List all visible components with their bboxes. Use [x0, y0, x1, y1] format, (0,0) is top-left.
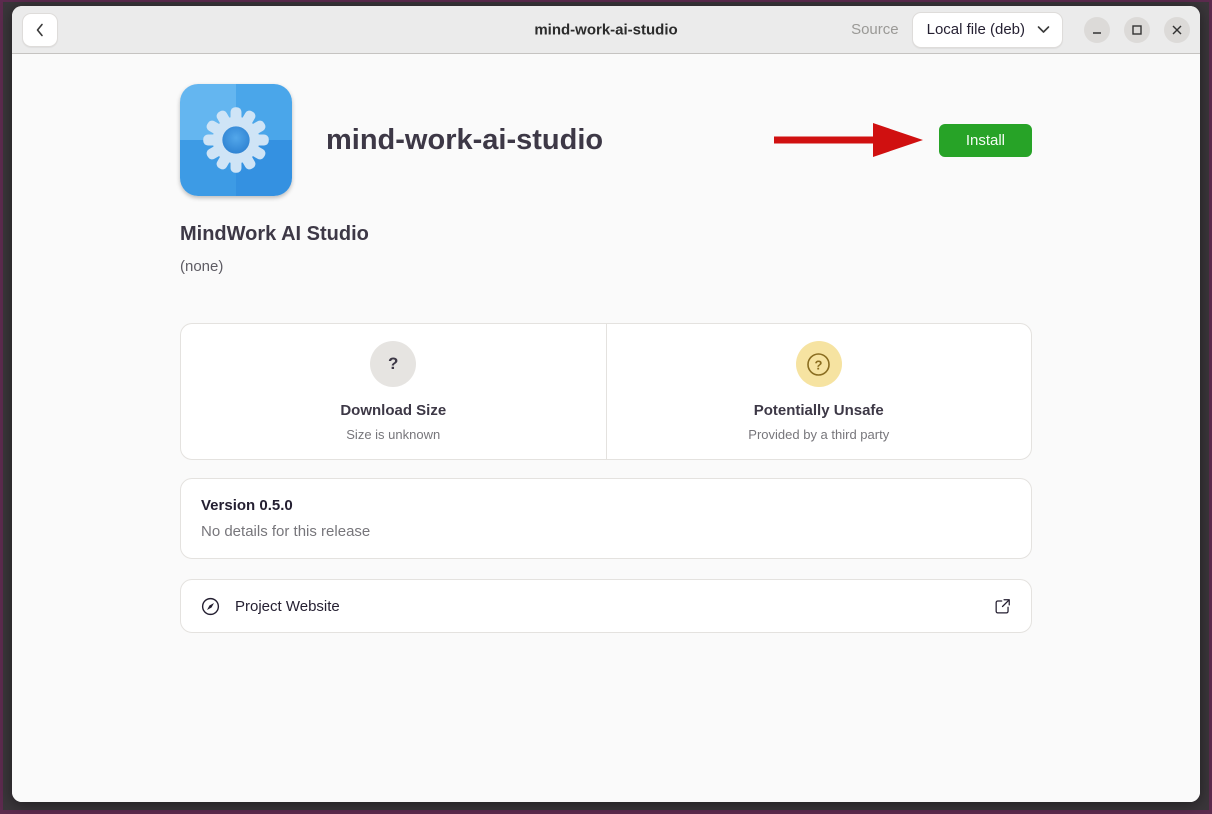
maximize-button[interactable]: [1124, 17, 1150, 43]
red-arrow-annotation-icon: [774, 118, 924, 162]
download-size-tile[interactable]: ? Download Size Size is unknown: [180, 323, 606, 460]
version-detail: No details for this release: [201, 523, 1011, 540]
external-link-icon[interactable]: [993, 597, 1012, 616]
install-button[interactable]: Install: [939, 124, 1032, 157]
headerbar-right: Source Local file (deb): [851, 12, 1190, 48]
question-mark-icon: ?: [370, 341, 416, 387]
version-card: Version 0.5.0 No details for this releas…: [180, 478, 1032, 559]
project-website-row[interactable]: Project Website: [180, 579, 1032, 633]
app-icon: [180, 84, 292, 196]
software-window: mind-work-ai-studio Source Local file (d…: [12, 6, 1200, 802]
minimize-icon: [1091, 24, 1103, 36]
source-dropdown[interactable]: Local file (deb): [912, 12, 1063, 48]
tile-caption: Provided by a third party: [748, 427, 889, 442]
window-title: mind-work-ai-studio: [534, 21, 677, 38]
window-shadow-frame: mind-work-ai-studio Source Local file (d…: [3, 2, 1209, 810]
source-dropdown-value: Local file (deb): [927, 21, 1025, 38]
headerbar: mind-work-ai-studio Source Local file (d…: [12, 6, 1200, 54]
app-developer: (none): [180, 258, 1032, 275]
tile-caption: Size is unknown: [346, 427, 440, 442]
tile-title: Potentially Unsafe: [754, 402, 884, 419]
minimize-button[interactable]: [1084, 17, 1110, 43]
app-display-name: MindWork AI Studio: [180, 223, 1032, 246]
gear-icon: [197, 101, 275, 179]
svg-text:?: ?: [815, 357, 823, 372]
chevron-left-icon: [32, 22, 48, 38]
tile-title: Download Size: [340, 402, 446, 419]
source-label: Source: [851, 21, 899, 38]
close-icon: [1171, 24, 1183, 36]
compass-icon: [200, 596, 221, 617]
safety-tile[interactable]: ? Potentially Unsafe Provided by a third…: [606, 323, 1033, 460]
circled-question-mark-icon: ?: [796, 341, 842, 387]
maximize-icon: [1131, 24, 1143, 36]
content-container: mind-work-ai-studio Install MindWork AI …: [180, 54, 1032, 633]
context-tiles: ? Download Size Size is unknown ? Potent…: [180, 323, 1032, 460]
app-package-title: mind-work-ai-studio: [326, 124, 603, 157]
project-website-label: Project Website: [235, 598, 340, 615]
back-button[interactable]: [22, 13, 58, 47]
close-button[interactable]: [1164, 17, 1190, 43]
app-details-page: mind-work-ai-studio Install MindWork AI …: [12, 54, 1200, 802]
install-zone: Install: [774, 118, 1032, 162]
version-title: Version 0.5.0: [201, 497, 1011, 514]
chevron-down-icon: [1037, 25, 1050, 34]
app-header-row: mind-work-ai-studio Install: [180, 84, 1032, 196]
window-controls: [1084, 17, 1190, 43]
